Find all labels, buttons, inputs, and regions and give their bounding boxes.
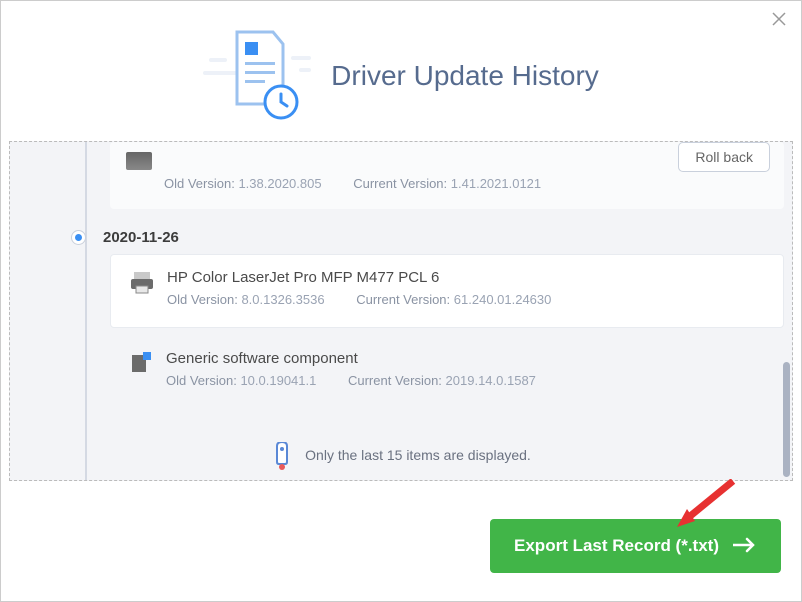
driver-entry: HP Color LaserJet Pro MFP M477 PCL 6 Old… [110,254,784,328]
timeline-dot-icon [72,231,85,244]
export-button-label: Export Last Record (*.txt) [514,536,719,556]
footer: Export Last Record (*.txt) [1,491,801,601]
close-button[interactable] [769,9,789,29]
current-version-label: Current Version: [353,176,447,191]
export-button[interactable]: Export Last Record (*.txt) [490,519,781,573]
document-clock-icon [203,26,303,126]
old-version-value: 1.38.2020.805 [238,176,321,191]
current-version-label: Current Version: [356,292,450,307]
device-name: Generic software component [166,350,766,367]
old-version-label: Old Version: [166,373,237,388]
device-icon [126,152,152,170]
old-version-label: Old Version: [167,292,238,307]
header: Driver Update History [1,1,801,141]
version-info: Old Version: 8.0.1326.3536 Current Versi… [167,292,765,307]
arrow-right-icon [733,533,757,559]
old-version-value: 8.0.1326.3536 [241,292,324,307]
component-icon [128,350,154,376]
info-bell-icon [271,442,293,468]
device-name: HP Color LaserJet Pro MFP M477 PCL 6 [167,269,765,286]
current-version-value: 61.240.01.24630 [454,292,552,307]
history-content: Roll back Old Version: 1.38.2020.805 Cur… [9,141,793,481]
printer-icon [129,269,155,295]
timeline-line [85,142,87,480]
version-info: Old Version: 1.38.2020.805 Current Versi… [164,176,766,191]
current-version-value: 1.41.2021.0121 [451,176,541,191]
old-version-value: 10.0.19041.1 [240,373,316,388]
notice-row: Only the last 15 items are displayed. [10,442,792,468]
version-info: Old Version: 10.0.19041.1 Current Versio… [166,373,766,388]
current-version-value: 2019.14.0.1587 [446,373,536,388]
scrollbar-thumb[interactable] [783,362,790,477]
notice-text: Only the last 15 items are displayed. [305,447,531,463]
driver-entry: Generic software component Old Version: … [110,336,784,408]
date-label: 2020-11-26 [103,229,179,246]
date-group-header: 2020-11-26 [72,229,792,246]
old-version-label: Old Version: [164,176,235,191]
rollback-button[interactable]: Roll back [678,142,770,172]
close-icon [772,12,786,26]
driver-entry-partial: Roll back Old Version: 1.38.2020.805 Cur… [110,142,784,209]
page-title: Driver Update History [331,60,599,92]
current-version-label: Current Version: [348,373,442,388]
